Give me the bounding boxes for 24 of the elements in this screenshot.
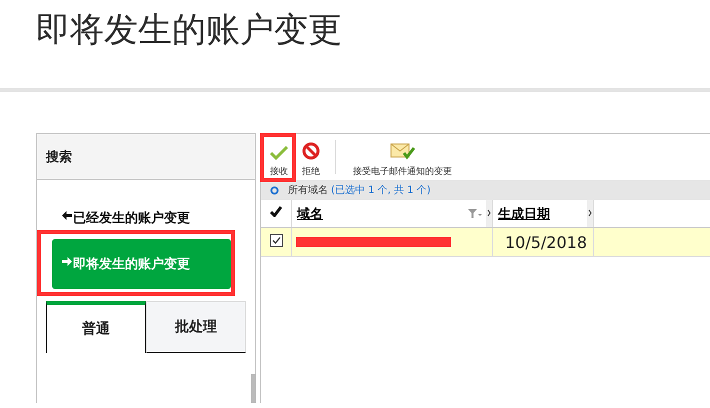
nav-link[interactable]: 已经发生的账户变更 [52,200,231,236]
toolbar-button[interactable]: 接受电子邮件通知的变更 [346,134,459,180]
tab[interactable]: 普通 [46,301,146,353]
tab[interactable]: 批处理 [146,301,246,353]
refresh-icon[interactable] [270,186,279,194]
selection-count: (已选中 1 个, 共 1 个) [331,184,431,197]
column-header[interactable]: 生成日期 [498,204,550,222]
checkmark-icon[interactable] [270,206,282,217]
column-header[interactable]: 域名 [297,204,323,222]
filter-label: 所有域名 [288,184,328,197]
prohibited-icon [302,142,320,160]
toolbar-button[interactable]: 拒绝 [295,134,327,180]
column-resize-icon[interactable] [486,200,492,227]
toolbar-button[interactable]: 接收 [263,134,295,180]
row-checkbox[interactable] [270,234,282,246]
table-cell: 10/5/2018 [504,232,587,252]
panel-header: 搜索 [37,134,255,180]
page-title: 即将发生的账户变更 [35,9,343,51]
envelope-check-icon [390,143,416,160]
scrollbar[interactable] [251,374,256,403]
arrow-right-icon [62,257,72,266]
checkmark-icon [270,146,288,160]
column-resize-icon[interactable] [587,200,593,227]
arrow-left-icon [62,211,72,220]
